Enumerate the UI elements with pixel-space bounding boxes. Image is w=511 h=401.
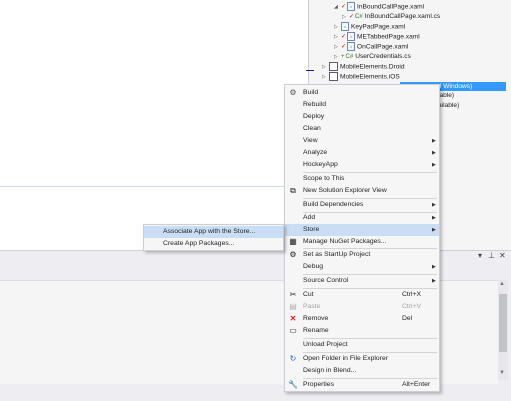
checkout-icon: ✓: [349, 14, 355, 20]
scroll-down-icon[interactable]: ▼: [499, 370, 505, 376]
collapsed-triangle-icon[interactable]: ▷: [334, 42, 341, 52]
menu-item-deploy[interactable]: Deploy: [285, 111, 439, 123]
collapsed-triangle-icon[interactable]: ▷: [342, 12, 349, 22]
menu-item-analyze[interactable]: Analyze ▶: [285, 147, 439, 159]
refresh-icon: ↻: [289, 354, 297, 363]
submenu-arrow-icon: ▶: [432, 264, 436, 270]
tree-item-label: l Windows): [440, 83, 473, 90]
store-submenu: Associate App with the Store... Create A…: [143, 224, 284, 251]
build-icon: ⚙: [289, 88, 297, 97]
menu-item-build-dependencies[interactable]: Build Dependencies ▶: [285, 199, 439, 211]
submenu-arrow-icon: ▶: [432, 150, 436, 156]
menu-item-remove[interactable]: ✕ Remove Del: [285, 313, 439, 325]
collapsed-triangle-icon[interactable]: ▷: [322, 62, 329, 72]
menu-item-store[interactable]: Store ▶: [285, 224, 439, 236]
panel-close-button[interactable]: ✕: [499, 251, 506, 260]
submenu-arrow-icon: ▶: [432, 278, 436, 284]
remove-icon: ✕: [289, 314, 297, 323]
rename-icon: ▭: [289, 326, 297, 335]
tree-item[interactable]: ◢ ✓ x InBoundCallPage.xaml: [334, 2, 424, 12]
nuget-icon: ▦: [289, 237, 297, 246]
menu-item-clean[interactable]: Clean: [285, 123, 439, 135]
menu-item-associate-app[interactable]: Associate App with the Store...: [144, 226, 283, 238]
menu-item-design-in-blend[interactable]: Design in Blend...: [285, 365, 439, 377]
tree-item-label: KeyPadPage.xaml: [351, 23, 406, 31]
tree-item-label: MobileElements.Droid: [340, 63, 405, 71]
menu-item-unload-project[interactable]: Unload Project: [285, 339, 439, 351]
scrollbar-thumb[interactable]: [499, 294, 507, 352]
menu-item-rebuild[interactable]: Rebuild: [285, 99, 439, 111]
menu-item-create-app-packages[interactable]: Create App Packages...: [144, 238, 283, 250]
menu-item-new-solution-explorer-view[interactable]: ⧉ New Solution Explorer View: [285, 185, 439, 197]
menu-item-build[interactable]: ⚙ Build: [285, 87, 439, 99]
menu-item-scope-to-this[interactable]: Scope to This: [285, 173, 439, 185]
collapsed-triangle-icon[interactable]: ▷: [322, 72, 329, 82]
xaml-file-icon: x: [341, 22, 349, 31]
expanded-triangle-icon[interactable]: ◢: [334, 2, 341, 12]
project-icon: [329, 72, 338, 81]
collapsed-triangle-icon[interactable]: ▷: [334, 52, 341, 62]
wrench-icon: 🔧: [288, 380, 298, 389]
menu-item-hockeyapp[interactable]: HockeyApp ▶: [285, 159, 439, 171]
checkout-icon: ✓: [341, 34, 347, 41]
collapsed-triangle-icon[interactable]: ▷: [334, 32, 341, 42]
project-icon: [329, 62, 338, 71]
tree-item-label: InBoundCallPage.xaml.cs: [364, 13, 441, 20]
menu-item-set-startup[interactable]: ⚙ Set as StartUp Project: [285, 249, 439, 261]
menu-item-source-control[interactable]: Source Control ▶: [285, 275, 439, 287]
tree-item-label: METabbedPage.xaml: [357, 33, 420, 41]
xaml-file-icon: x: [347, 32, 356, 41]
submenu-arrow-icon: ▶: [432, 138, 436, 144]
tree-item-label: OnCallPage.xaml: [357, 43, 409, 51]
csharp-file-icon: C#: [345, 54, 354, 60]
checkout-icon: ✓: [341, 44, 347, 51]
collapsed-triangle-icon[interactable]: ▷: [334, 22, 341, 32]
scissors-icon: ✂: [289, 290, 297, 299]
menu-item-view[interactable]: View ▶: [285, 135, 439, 147]
menu-item-add[interactable]: Add ▶: [285, 212, 439, 224]
tree-item[interactable]: ▷ x KeyPadPage.xaml: [334, 22, 405, 32]
menu-item-properties[interactable]: 🔧 Properties Alt+Enter: [285, 379, 439, 391]
tree-item[interactable]: ▷ ✓ x METabbedPage.xaml: [334, 32, 420, 42]
tree-item[interactable]: ▷ +C# UserCredentials.cs: [334, 52, 411, 62]
menu-item-rename[interactable]: ▭ Rename: [285, 325, 439, 337]
tree-item[interactable]: ▷ ✓C# InBoundCallPage.xaml.cs: [342, 12, 440, 22]
context-menu: ⚙ Build Rebuild Deploy Clean View ▶ Anal…: [284, 84, 440, 392]
scroll-up-icon[interactable]: ▲: [499, 281, 505, 287]
menu-item-debug[interactable]: Debug ▶: [285, 261, 439, 273]
checkout-icon: ✓: [341, 4, 347, 11]
menu-item-cut[interactable]: ✂ Cut Ctrl+X: [285, 289, 439, 301]
tree-item-status: lable): [438, 92, 455, 99]
xaml-file-icon: x: [347, 2, 356, 11]
submenu-arrow-icon: ▶: [432, 162, 436, 168]
menu-item-manage-nuget[interactable]: ▦ Manage NuGet Packages...: [285, 236, 439, 248]
tree-item[interactable]: ▷ MobileElements.iOS: [322, 72, 400, 82]
xaml-file-icon: x: [347, 42, 356, 51]
tree-item[interactable]: ▷ MobileElements.Droid: [322, 62, 405, 72]
editor-divider: [0, 186, 290, 187]
tree-item-status: ailable): [438, 102, 460, 109]
new-view-icon: ⧉: [290, 186, 296, 195]
tree-item-label: MobileElements.iOS: [340, 73, 400, 81]
submenu-arrow-icon: ▶: [432, 227, 436, 233]
panel-pin-button[interactable]: ⊥: [488, 251, 495, 260]
tree-item[interactable]: ▷ ✓ x OnCallPage.xaml: [334, 42, 408, 52]
tree-item-label: UserCredentials.cs: [355, 53, 411, 60]
submenu-arrow-icon: ▶: [432, 215, 436, 221]
panel-dropdown-button[interactable]: ▾: [478, 251, 482, 260]
tree-item-label: InBoundCallPage.xaml: [357, 3, 425, 11]
menu-item-open-folder[interactable]: ↻ Open Folder in File Explorer: [285, 353, 439, 365]
code-editor[interactable]: [0, 0, 308, 250]
tree-connector: [306, 70, 314, 71]
paste-icon: ▤: [289, 302, 297, 311]
menu-item-paste[interactable]: ▤ Paste Ctrl+V: [285, 301, 439, 313]
csharp-file-icon: C#: [355, 14, 363, 20]
add-icon: +: [341, 54, 345, 60]
vertical-scrollbar[interactable]: ▲ ▼: [498, 280, 508, 380]
gear-icon: ⚙: [289, 250, 297, 259]
submenu-arrow-icon: ▶: [432, 202, 436, 208]
